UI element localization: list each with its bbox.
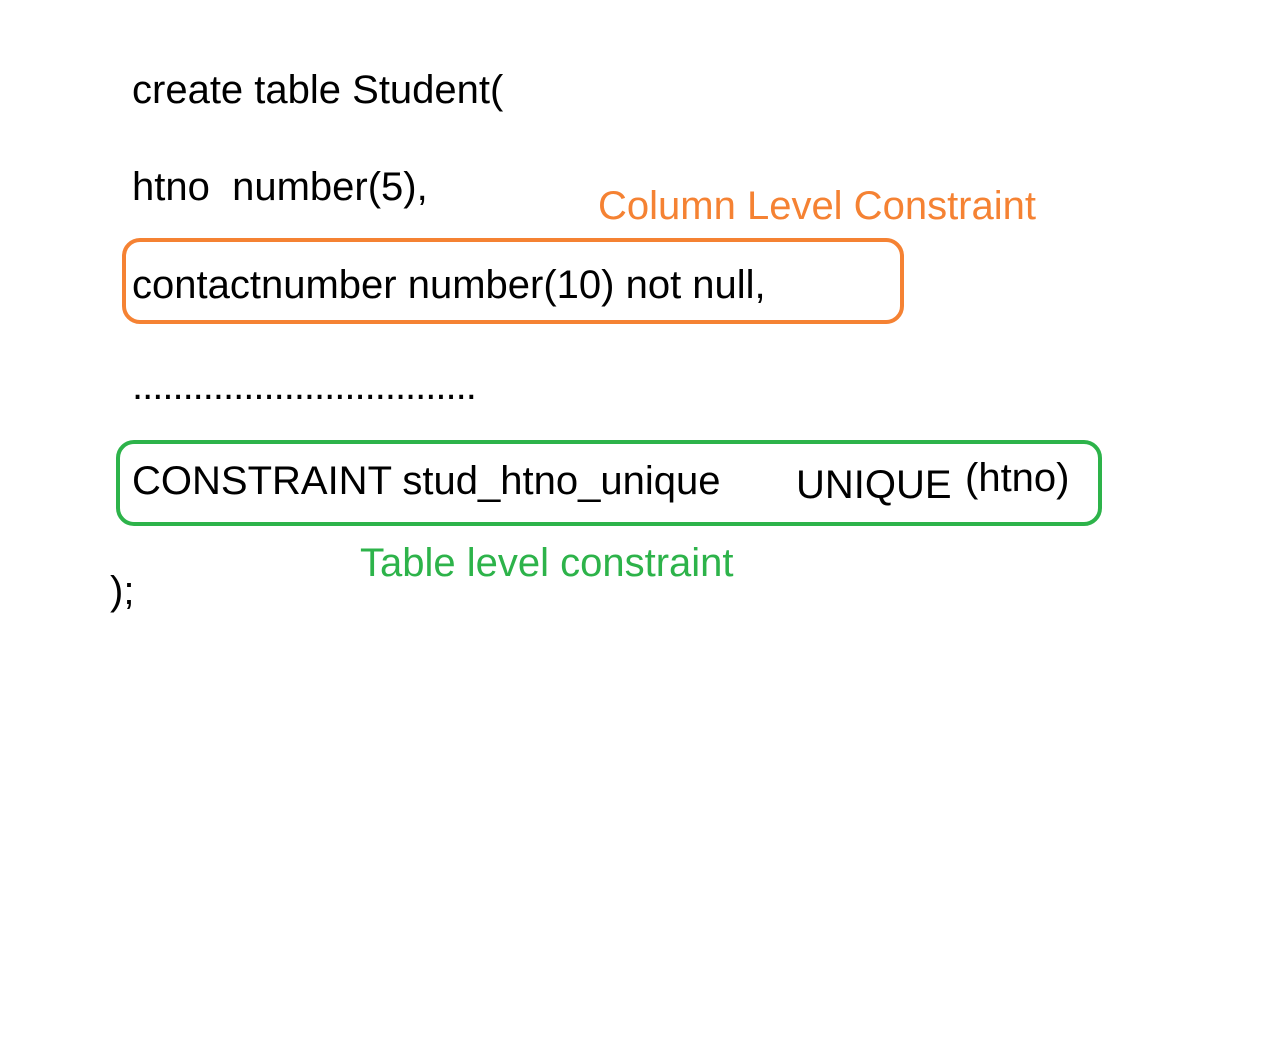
code-line-constraint: CONSTRAINT stud_htno_unique [132,459,721,503]
table-level-constraint-label: Table level constraint [360,541,734,585]
column-level-constraint-label: Column Level Constraint [598,184,1036,228]
sql-constraints-diagram: { "code": { "line1": "create table Stude… [0,0,1274,1048]
code-line-close: ); [110,569,135,613]
code-line-ellipsis: .................................. [132,364,477,408]
code-line-htno: htno number(5), [132,165,428,209]
code-line-contactnumber: contactnumber number(10) not null, [132,263,766,307]
code-line-create-table: create table Student( [132,68,504,112]
unique-column-argument: (htno) [965,456,1070,500]
unique-keyword: UNIQUE [796,463,952,507]
